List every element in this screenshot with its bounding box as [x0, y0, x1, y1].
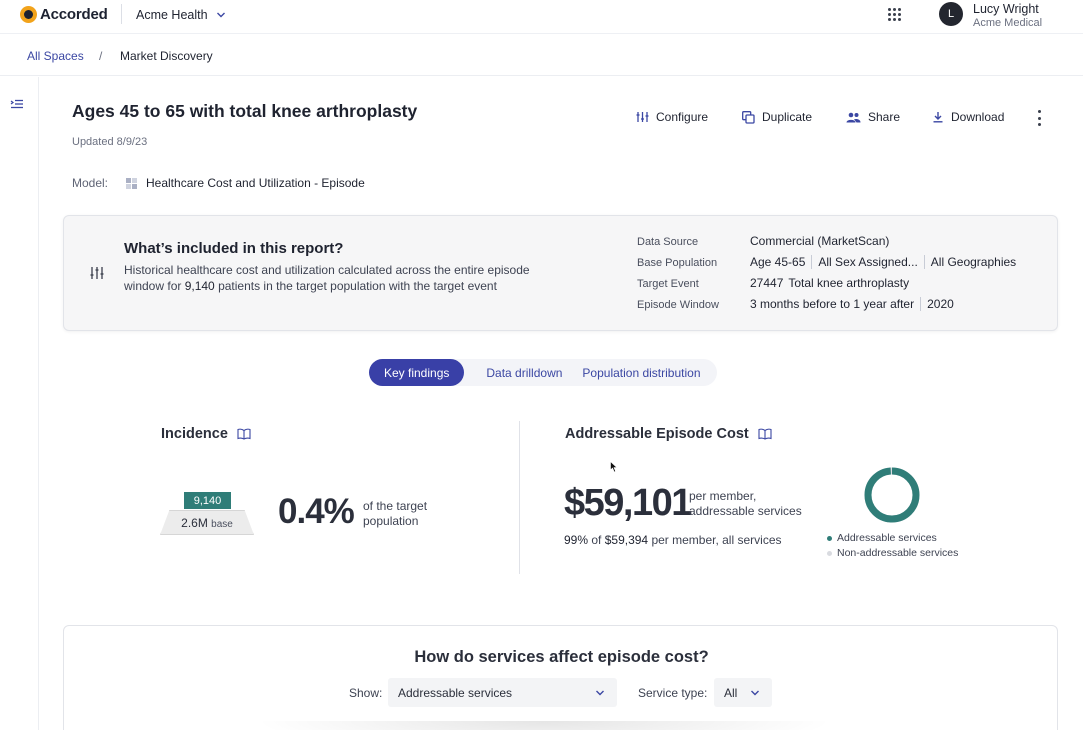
user-org: Acme Medical: [973, 17, 1043, 29]
show-select[interactable]: Addressable services: [388, 678, 617, 707]
episode-cost-title: Addressable Episode Cost: [565, 426, 749, 442]
base-population-text: 2.6M base: [181, 516, 233, 530]
sliders-icon: [636, 112, 649, 122]
more-options-icon[interactable]: [1034, 110, 1044, 126]
report-tabs: Key findings Data drilldown Population d…: [369, 359, 717, 386]
chevron-down-icon: [596, 690, 604, 695]
population-pedestal: 9,140 2.6M base: [160, 492, 254, 536]
accorded-logo[interactable]: Accorded: [20, 6, 108, 23]
duplicate-label: Duplicate: [762, 110, 813, 124]
book-icon[interactable]: [758, 428, 772, 440]
model-label: Model:: [72, 176, 109, 190]
addressable-share-donut: [864, 467, 920, 523]
services-card: How do services affect episode cost? Sho…: [63, 625, 1058, 730]
breadcrumb-separator: /: [99, 49, 103, 63]
patient-count-badge: 9,140: [184, 492, 231, 509]
loading-shadow: [254, 721, 834, 730]
model-row: Model: Healthcare Cost and Utilization -…: [72, 176, 365, 190]
download-icon: [933, 112, 943, 123]
org-name: Acme Health: [136, 8, 208, 22]
legend-addressable: Addressable services: [827, 532, 937, 544]
incidence-description: of the target population: [363, 499, 428, 528]
apps-grid-icon[interactable]: [888, 8, 902, 22]
base-population-value: Age 45-65 All Sex Assigned... All Geograph…: [750, 255, 1017, 269]
service-type-label: Service type:: [638, 686, 708, 700]
chevron-down-icon: [216, 12, 225, 18]
filter-sliders-icon: [90, 267, 104, 279]
episode-cost-value: $59,101: [564, 482, 692, 524]
data-source-value: Commercial (MarketScan): [750, 234, 890, 248]
page-title: Ages 45 to 65 with total knee arthroplas…: [72, 101, 418, 121]
download-button[interactable]: Download: [932, 110, 1004, 124]
user-menu[interactable]: Lucy Wright Acme Medical: [973, 2, 1042, 30]
target-event-label: Target Event: [637, 278, 699, 290]
incidence-section: Incidence: [161, 426, 251, 442]
episode-cost-subtext: 99% of $59,394 per member, all services: [564, 533, 782, 547]
left-rail: [0, 77, 39, 730]
tab-population-distribution[interactable]: Population distribution: [582, 359, 700, 386]
expand-sidebar-icon[interactable]: [10, 99, 24, 111]
book-icon[interactable]: [237, 428, 251, 440]
model-icon: [126, 177, 137, 189]
chevron-down-icon: [751, 690, 759, 695]
brand-name: Accorded: [40, 6, 108, 23]
show-select-value: Addressable services: [398, 685, 513, 700]
breadcrumb-current: Market Discovery: [120, 49, 213, 63]
model-name[interactable]: Healthcare Cost and Utilization - Episod…: [146, 176, 365, 190]
incidence-percent: 0.4%: [278, 492, 355, 531]
org-switcher[interactable]: Acme Health: [136, 8, 226, 22]
target-event-value: 27447 Total knee arthroplasty: [750, 276, 910, 290]
episode-cost-section: Addressable Episode Cost: [565, 426, 772, 442]
episode-window-value: 3 months before to 1 year after 2020: [750, 297, 954, 311]
user-avatar[interactable]: L: [939, 2, 963, 26]
base-population-label: Base Population: [637, 257, 718, 269]
people-icon: [846, 112, 861, 122]
tab-data-drilldown[interactable]: Data drilldown: [464, 359, 582, 386]
breadcrumb: All Spaces / Market Discovery: [0, 35, 1083, 76]
service-type-value: All: [724, 685, 738, 700]
user-name: Lucy Wright: [973, 2, 1039, 16]
data-source-label: Data Source: [637, 236, 699, 248]
updated-date: Updated 8/9/23: [72, 136, 148, 148]
episode-window-label: Episode Window: [637, 299, 719, 311]
breadcrumb-all-spaces[interactable]: All Spaces: [27, 49, 84, 63]
duplicate-icon: [742, 110, 755, 124]
header-divider: [121, 4, 122, 24]
services-title: How do services affect episode cost?: [414, 648, 709, 666]
configure-button[interactable]: Configure: [636, 110, 708, 124]
included-title: What’s included in this report?: [124, 240, 344, 257]
share-label: Share: [868, 110, 901, 124]
duplicate-button[interactable]: Duplicate: [742, 110, 812, 124]
mouse-cursor-icon: [610, 461, 618, 473]
episode-cost-description: per member, addressable services: [689, 489, 802, 518]
legend-dot-addressable: [827, 535, 832, 541]
logo-mark-icon: [20, 6, 37, 23]
donut-addressable-slice: [864, 467, 920, 523]
legend-dot-non-addressable: [827, 550, 832, 556]
findings-divider: [519, 421, 520, 574]
incidence-title: Incidence: [161, 426, 228, 442]
report-summary-card: What’s included in this report? Historic…: [63, 215, 1058, 331]
service-type-select[interactable]: All: [714, 678, 772, 707]
configure-label: Configure: [656, 110, 709, 124]
top-bar: Accorded Acme Health L Lucy Wright Acme …: [0, 0, 1083, 34]
download-label: Download: [951, 110, 1005, 124]
included-description: Historical healthcare cost and utilizati…: [124, 263, 530, 293]
share-button[interactable]: Share: [846, 110, 900, 124]
tab-key-findings[interactable]: Key findings: [369, 359, 465, 386]
legend-non-addressable: Non-addressable services: [827, 547, 958, 559]
show-label: Show:: [349, 686, 383, 700]
